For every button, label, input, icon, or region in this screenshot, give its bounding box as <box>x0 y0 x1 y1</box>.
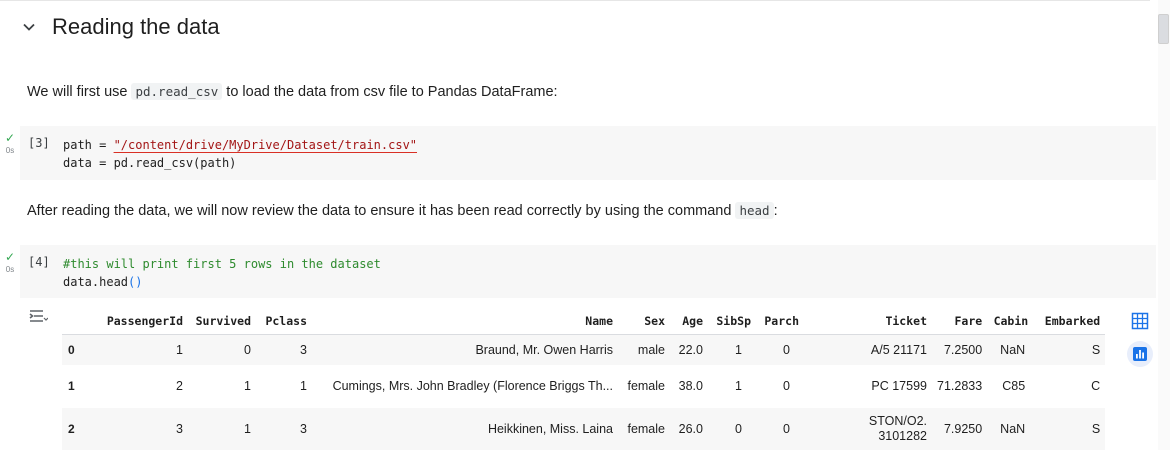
text-after: : <box>773 203 778 219</box>
table-cell: 1 <box>188 408 256 450</box>
exec-time: 0s <box>5 146 15 155</box>
table-row: 2 3 1 3 Heikkinen, Miss. Laina female 26… <box>62 408 1106 450</box>
dataframe-table: PassengerId Survived Pclass Name Sex Age… <box>62 308 1106 450</box>
table-cell: 22.0 <box>670 334 708 365</box>
column-header: Sex <box>618 308 670 335</box>
scrollbar[interactable] <box>1158 0 1170 450</box>
table-cell: 1 <box>188 365 256 408</box>
column-header: Pclass <box>256 308 312 335</box>
table-cell: 2 <box>94 365 188 408</box>
table-row: 0 1 0 3 Braund, Mr. Owen Harris male 22.… <box>62 334 1106 365</box>
section-title: Reading the data <box>52 14 220 39</box>
code-text: path = <box>63 138 114 152</box>
execution-count[interactable]: [4] <box>28 255 50 269</box>
suggest-chart-button[interactable] <box>1127 341 1153 367</box>
cell-status: ✓ 0s <box>3 132 17 155</box>
execution-count[interactable]: [3] <box>28 136 50 150</box>
table-cell: Braund, Mr. Owen Harris <box>312 334 618 365</box>
exec-time: 0s <box>5 265 15 274</box>
table-cell: 0 <box>756 334 804 365</box>
row-index: 2 <box>62 408 94 450</box>
table-cell: female <box>618 408 670 450</box>
column-header: Fare <box>932 308 988 335</box>
cell-status: ✓ 0s <box>3 251 17 274</box>
string-literal: "/content/drive/MyDrive/Dataset/train.cs… <box>113 138 418 152</box>
table-cell: C <box>1033 365 1106 408</box>
markdown-cell-review[interactable]: After reading the data, we will now revi… <box>27 202 778 219</box>
column-header <box>62 308 94 335</box>
code-cell-4[interactable]: ✓ 0s #this will print first 5 rows in th… <box>0 245 1156 298</box>
row-index: 1 <box>62 365 94 408</box>
table-cell: Cumings, Mrs. John Bradley (Florence Bri… <box>312 365 618 408</box>
top-divider <box>0 0 1150 1</box>
check-icon: ✓ <box>4 250 16 264</box>
code-editor[interactable]: #this will print first 5 rows in the dat… <box>20 245 1156 298</box>
inline-code: pd.read_csv <box>131 83 223 100</box>
table-view-button[interactable] <box>1127 308 1153 334</box>
table-cell: NaN <box>987 408 1034 450</box>
table-cell: 1 <box>94 334 188 365</box>
bar-chart-icon <box>1133 347 1147 361</box>
column-header: Cabin <box>987 308 1034 335</box>
table-cell: 0 <box>756 365 804 408</box>
inline-code: head <box>735 202 774 219</box>
check-icon: ✓ <box>4 131 16 145</box>
table-cell: A/5 21171 <box>804 334 932 365</box>
column-header: Age <box>670 308 708 335</box>
table-cell: 3 <box>94 408 188 450</box>
row-index: 0 <box>62 334 94 365</box>
table-cell: 38.0 <box>670 365 708 408</box>
table-cell: S <box>1033 334 1106 365</box>
column-header: Parch <box>756 308 804 335</box>
table-cell: 7.9250 <box>932 408 988 450</box>
table-cell: 1 <box>708 334 756 365</box>
output-actions-icon[interactable] <box>28 308 48 324</box>
code-editor[interactable]: path = "/content/drive/MyDrive/Dataset/t… <box>20 126 1156 180</box>
table-cell: 0 <box>188 334 256 365</box>
column-header: Ticket <box>804 308 932 335</box>
text-after: to load the data from csv file to Pandas… <box>222 84 558 100</box>
table-cell: 0 <box>756 408 804 450</box>
column-header: Embarked <box>1033 308 1106 335</box>
table-cell: 26.0 <box>670 408 708 450</box>
table-cell: 7.2500 <box>932 334 988 365</box>
table-cell: 1 <box>708 365 756 408</box>
table-cell: Heikkinen, Miss. Laina <box>312 408 618 450</box>
table-cell: male <box>618 334 670 365</box>
column-header: Name <box>312 308 618 335</box>
text-before: We will first use <box>27 84 132 100</box>
column-header: SibSp <box>708 308 756 335</box>
section-header: Reading the data <box>22 14 220 40</box>
table-cell: C85 <box>987 365 1034 408</box>
chevron-down-icon[interactable] <box>22 20 36 34</box>
code-text: data.head <box>63 275 129 289</box>
text-before: After reading the data, we will now revi… <box>27 203 736 219</box>
column-header: PassengerId <box>94 308 188 335</box>
table-cell: female <box>618 365 670 408</box>
markdown-cell-intro[interactable]: We will first use pd.read_csv to load th… <box>27 83 558 100</box>
table-row: 1 2 1 1 Cumings, Mrs. John Bradley (Flor… <box>62 365 1106 408</box>
code-line-1: path = "/content/drive/MyDrive/Dataset/t… <box>63 136 1156 154</box>
code-cell-3[interactable]: ✓ 0s path = "/content/drive/MyDrive/Data… <box>0 126 1156 180</box>
table-cell: STON/O2. 3101282 <box>804 408 932 450</box>
table-cell: 3 <box>256 408 312 450</box>
table-header-row: PassengerId Survived Pclass Name Sex Age… <box>62 308 1106 335</box>
scrollbar-thumb[interactable] <box>1158 14 1169 44</box>
table-icon <box>1131 312 1149 330</box>
column-header: Survived <box>188 308 256 335</box>
table-cell: 1 <box>256 365 312 408</box>
code-comment: #this will print first 5 rows in the dat… <box>63 257 381 271</box>
table-cell: NaN <box>987 334 1034 365</box>
table-cell: 0 <box>708 408 756 450</box>
code-parens: () <box>128 275 143 289</box>
table-cell: 3 <box>256 334 312 365</box>
table-cell: 71.2833 <box>932 365 988 408</box>
table-cell: S <box>1033 408 1106 450</box>
code-line-2: data.head() <box>63 273 1156 291</box>
code-line-2: data = pd.read_csv(path) <box>63 156 237 170</box>
table-cell: PC 17599 <box>804 365 932 408</box>
